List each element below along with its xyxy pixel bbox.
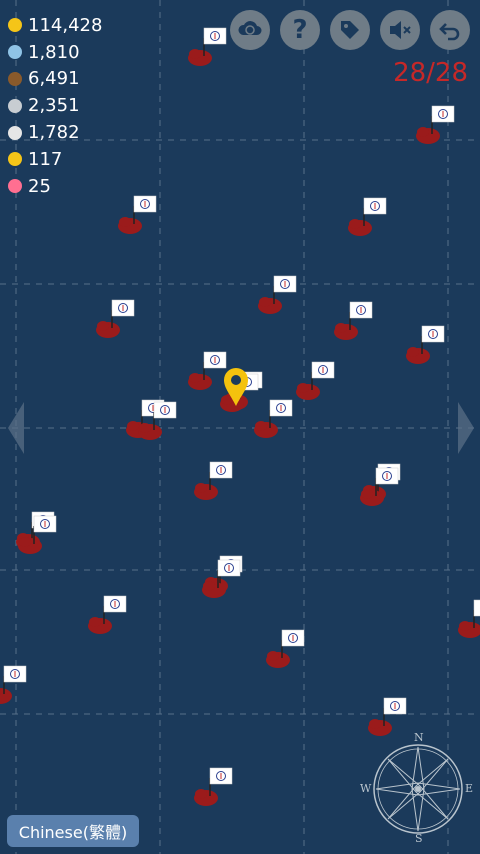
island[interactable] [188, 351, 227, 390]
island[interactable] [194, 461, 233, 500]
question-icon: ? [292, 15, 308, 45]
cloud-sync-icon [238, 21, 262, 35]
island[interactable] [96, 299, 135, 338]
next-arrow-icon[interactable] [454, 400, 476, 456]
tag-icon [341, 21, 359, 39]
iron-icon [6, 124, 24, 142]
resource-panel: 114,428 1,810 6,491 2,351 1,782 117 25 [6, 12, 102, 200]
island[interactable] [254, 399, 293, 438]
compass-west-label: W [360, 782, 372, 795]
gold-bar-icon [6, 150, 24, 168]
stone-icon [6, 97, 24, 115]
wood-icon [6, 70, 24, 88]
resource-value: 1,810 [28, 41, 80, 63]
island[interactable] [0, 665, 27, 704]
compass-south-label: S [415, 832, 423, 845]
cloud-sync-button[interactable] [230, 10, 270, 50]
resource-value: 1,782 [28, 122, 80, 144]
resource-value: 25 [28, 175, 51, 197]
resource-row: 1,782 [6, 119, 102, 146]
island[interactable] [348, 197, 387, 236]
compass-rose-icon [373, 744, 463, 834]
compass-east-label: E [465, 782, 474, 795]
resource-value: 114,428 [28, 14, 103, 36]
resource-row: 117 [6, 146, 102, 173]
island-counter: 28/28 [393, 58, 468, 88]
mute-button[interactable] [380, 10, 420, 50]
fish-icon [6, 43, 24, 61]
compass: N E S W [360, 731, 474, 845]
resource-row: 25 [6, 173, 102, 200]
island[interactable] [194, 767, 233, 806]
island[interactable] [406, 325, 445, 364]
resource-row: 2,351 [6, 92, 102, 119]
previous-arrow-icon[interactable] [6, 400, 28, 456]
island[interactable] [266, 629, 305, 668]
resource-value: 2,351 [28, 95, 80, 117]
tag-button[interactable] [330, 10, 370, 50]
island[interactable] [334, 301, 373, 340]
back-button[interactable] [430, 10, 470, 50]
island[interactable] [118, 195, 157, 234]
help-button[interactable]: ? [280, 10, 320, 50]
resource-row: 1,810 [6, 39, 102, 66]
language-button[interactable]: Chinese(繁體) [7, 815, 139, 847]
island[interactable] [368, 697, 407, 736]
island[interactable] [188, 27, 227, 66]
island[interactable] [88, 595, 127, 634]
island[interactable] [296, 361, 335, 400]
island[interactable] [258, 275, 297, 314]
gem-icon [6, 177, 24, 195]
resource-row: 6,491 [6, 66, 102, 93]
compass-north-label: N [414, 731, 424, 744]
resource-value: 117 [28, 148, 63, 170]
resource-value: 6,491 [28, 68, 80, 90]
undo-icon [439, 23, 460, 41]
gold-coin-icon [6, 16, 24, 34]
speaker-muted-icon [390, 21, 411, 39]
island[interactable] [458, 599, 480, 638]
resource-row: 114,428 [6, 12, 102, 39]
